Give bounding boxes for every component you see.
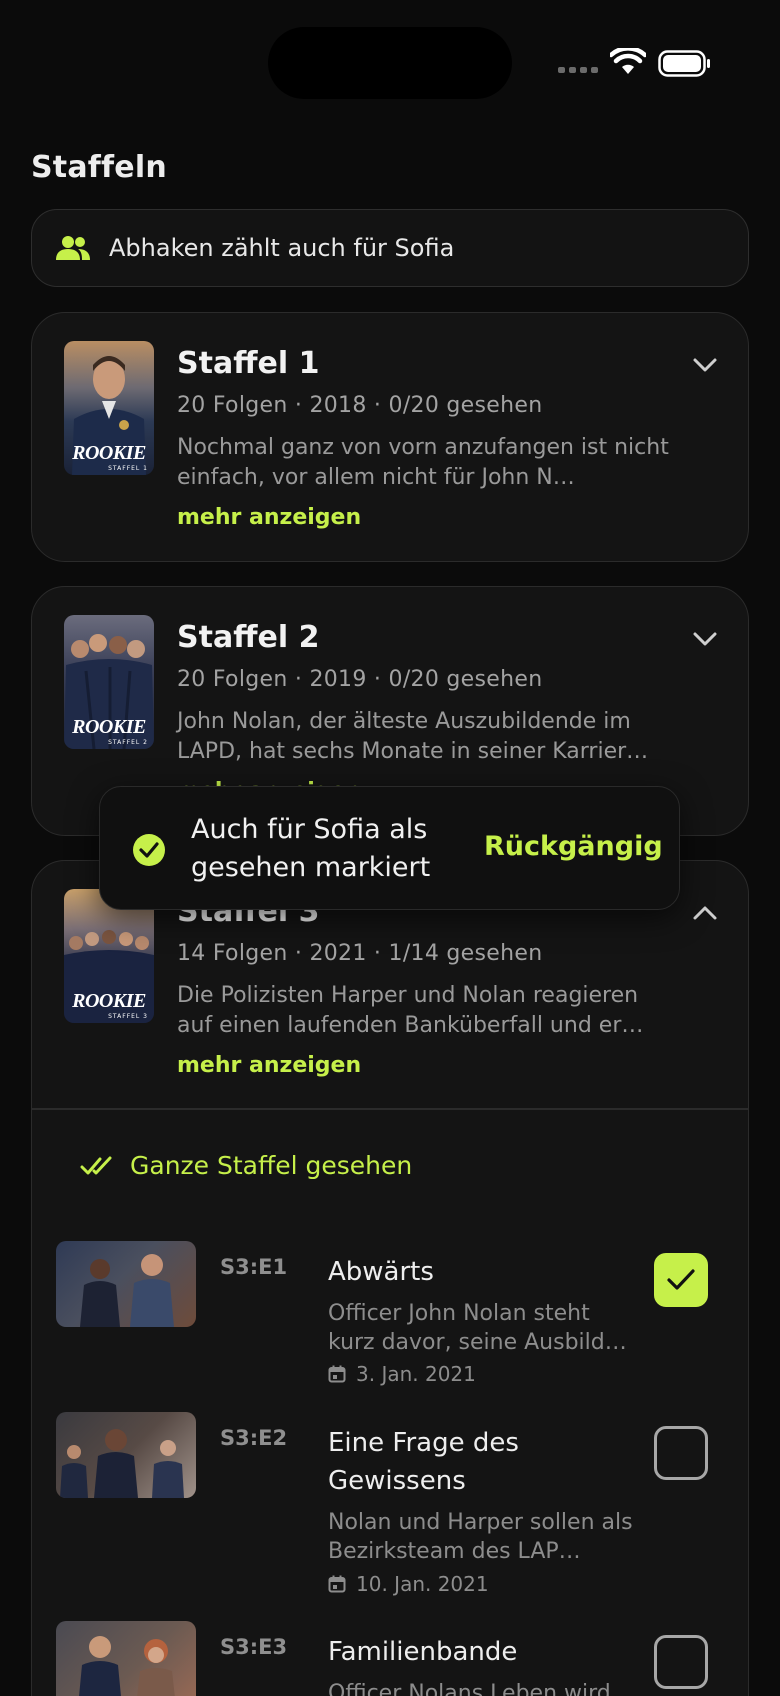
- episode-date-text: 3. Jan. 2021: [356, 1362, 476, 1386]
- episode-code: S3:E1: [220, 1255, 288, 1279]
- chevron-down-icon[interactable]: [692, 631, 718, 647]
- season-card-3[interactable]: ROOKIE STAFFEL 3 Staffel 3 14 Folgen · 2…: [31, 860, 749, 1696]
- snackbar: Auch für Sofia als gesehen markiert Rück…: [99, 786, 680, 910]
- dynamic-island: [268, 27, 512, 99]
- episode-description: Officer John Nolan steht kurz davor, sei…: [328, 1301, 627, 1355]
- poster-brand: ROOKIE: [72, 442, 146, 464]
- episode-title: Abwärts: [328, 1257, 434, 1287]
- episode-description: Officer Nolans Leben wird: [328, 1681, 611, 1696]
- season-title: Staffel 1: [177, 346, 320, 381]
- episode-date: 3. Jan. 2021: [328, 1362, 476, 1386]
- shared-banner-text: Abhaken zählt auch für Sofia: [109, 234, 455, 262]
- episode-description: Nolan und Harper sollen als Bezirksteam …: [328, 1510, 633, 1564]
- episode-title: Eine Frage des Gewissens: [328, 1428, 519, 1496]
- season-poster: ROOKIE STAFFEL 2: [64, 615, 154, 749]
- poster-subtitle: STAFFEL 3: [108, 1013, 148, 1020]
- season-card-1[interactable]: ROOKIE STAFFEL 1 Staffel 1 20 Folgen · 2…: [31, 312, 749, 562]
- show-more-link[interactable]: mehr anzeigen: [177, 505, 361, 530]
- season-poster: ROOKIE STAFFEL 1: [64, 341, 154, 475]
- episode-row[interactable]: S3:E3 Familienbande Officer Nolans Leben…: [32, 1621, 748, 1696]
- episode-title: Familienbande: [328, 1637, 518, 1667]
- mark-season-watched-label: Ganze Staffel gesehen: [130, 1151, 413, 1180]
- show-more-link[interactable]: mehr anzeigen: [177, 1053, 361, 1078]
- season-meta: 20 Folgen · 2018 · 0/20 gesehen: [177, 393, 543, 418]
- season-meta: 20 Folgen · 2019 · 0/20 gesehen: [177, 667, 543, 692]
- battery-icon: [658, 50, 710, 77]
- chevron-up-icon[interactable]: [692, 905, 718, 921]
- snackbar-message: Auch für Sofia als gesehen markiert: [191, 814, 431, 883]
- episode-code: S3:E3: [220, 1635, 288, 1659]
- episode-date-text: 10. Jan. 2021: [356, 1572, 489, 1596]
- poster-brand: ROOKIE: [72, 990, 146, 1012]
- wifi-icon: [610, 48, 646, 74]
- episode-row[interactable]: S3:E1 Abwärts Officer John Nolan steht k…: [32, 1241, 748, 1391]
- cellular-signal-icon: [558, 67, 598, 73]
- calendar-icon: [328, 1365, 346, 1383]
- episode-thumbnail: [56, 1621, 196, 1696]
- episode-watched-checkbox[interactable]: [654, 1426, 708, 1480]
- section-title: Staffeln: [31, 150, 167, 185]
- status-bar: [0, 0, 780, 110]
- season-description: Die Polizisten Harper und Nolan reagiere…: [177, 983, 644, 1038]
- season-title: Staffel 2: [177, 620, 320, 655]
- season-description: Nochmal ganz von vorn anzufangen ist nic…: [177, 435, 669, 490]
- episode-code: S3:E2: [220, 1426, 288, 1450]
- poster-brand: ROOKIE: [72, 716, 146, 738]
- people-icon: [56, 236, 90, 260]
- season-description: John Nolan, der älteste Auszubildende im…: [177, 709, 649, 764]
- checkmark-icon: [667, 1269, 695, 1290]
- episode-date: 10. Jan. 2021: [328, 1572, 489, 1596]
- episode-watched-checkbox[interactable]: [654, 1253, 708, 1307]
- poster-subtitle: STAFFEL 2: [108, 739, 148, 746]
- episode-watched-checkbox[interactable]: [654, 1635, 708, 1689]
- episode-row[interactable]: S3:E2 Eine Frage des Gewissens Nolan und…: [32, 1412, 748, 1597]
- chevron-down-icon[interactable]: [692, 357, 718, 373]
- calendar-icon: [328, 1575, 346, 1593]
- undo-button[interactable]: Rückgängig: [484, 831, 663, 862]
- season-meta: 14 Folgen · 2021 · 1/14 gesehen: [177, 941, 543, 966]
- double-check-icon: [80, 1156, 112, 1174]
- divider: [32, 1108, 748, 1110]
- mark-season-watched-button[interactable]: Ganze Staffel gesehen: [80, 1151, 412, 1180]
- check-circle-icon: [133, 834, 165, 866]
- shared-watching-banner[interactable]: Abhaken zählt auch für Sofia: [31, 209, 749, 287]
- episode-thumbnail: [56, 1241, 196, 1327]
- poster-subtitle: STAFFEL 1: [108, 465, 148, 472]
- episode-thumbnail: [56, 1412, 196, 1498]
